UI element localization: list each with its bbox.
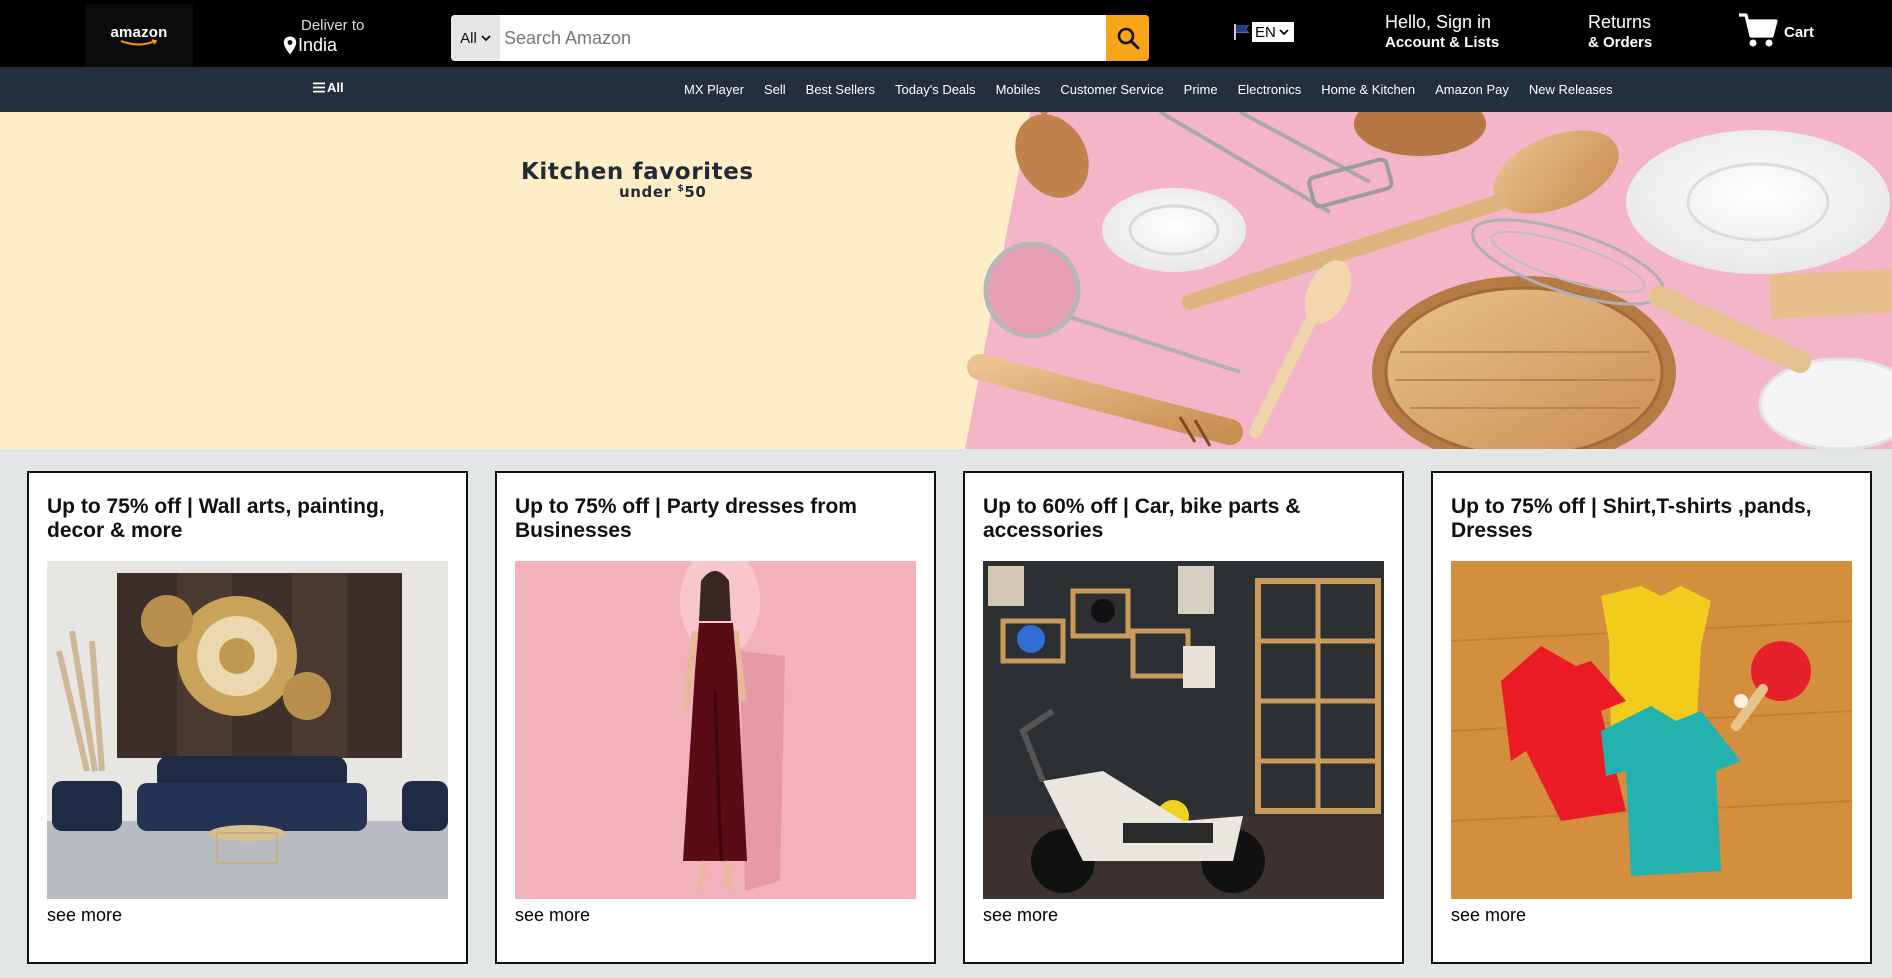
- search-input[interactable]: [500, 15, 1106, 61]
- cart-button[interactable]: Cart: [1738, 12, 1814, 48]
- deal-card-party-dresses[interactable]: Up to 75% off | Party dresses from Busin…: [495, 471, 936, 964]
- see-more-link[interactable]: see more: [983, 905, 1058, 926]
- wall-art-image: [47, 561, 448, 899]
- nav-bar: All MX Player Sell Best Sellers Today's …: [0, 67, 1892, 112]
- shopping-cart-icon: [1739, 13, 1778, 47]
- language-selector[interactable]: EN: [1234, 22, 1294, 42]
- account-lists-label: Account & Lists: [1385, 34, 1500, 51]
- card-title: Up to 75% off | Wall arts, painting, dec…: [47, 495, 385, 542]
- deliver-location: India: [298, 35, 338, 55]
- nav-link-mx-player[interactable]: MX Player: [674, 82, 754, 97]
- orders-label: & Orders: [1588, 34, 1653, 51]
- nav-link-electronics[interactable]: Electronics: [1228, 82, 1312, 97]
- nav-link-todays-deals[interactable]: Today's Deals: [885, 82, 986, 97]
- card-title: Up to 75% off | Shirt,T-shirts ,pands, D…: [1451, 495, 1812, 542]
- card-image-shirts-tshirts[interactable]: [1451, 561, 1852, 899]
- see-more-link[interactable]: see more: [515, 905, 590, 926]
- cart-label: Cart: [1784, 23, 1815, 41]
- search-bar: All: [451, 15, 1149, 61]
- chevron-down-icon: [1279, 28, 1289, 35]
- search-button[interactable]: [1106, 15, 1149, 61]
- nav-link-customer-service[interactable]: Customer Service: [1050, 82, 1173, 97]
- hamburger-icon: [313, 82, 325, 93]
- see-more-link[interactable]: see more: [1451, 905, 1526, 926]
- deal-card-wall-arts[interactable]: Up to 75% off | Wall arts, painting, dec…: [27, 471, 468, 964]
- account-and-lists[interactable]: Hello, Sign in Account & Lists: [1385, 12, 1499, 51]
- map-pin-icon: [283, 36, 297, 55]
- hero-subtitle-amount: 50: [684, 183, 707, 201]
- card-image-party-dresses[interactable]: [515, 561, 916, 899]
- returns-label: Returns: [1588, 12, 1652, 32]
- card-title: Up to 60% off | Car, bike parts & access…: [983, 495, 1301, 542]
- scooter-garage-image: [983, 561, 1384, 899]
- deal-card-shirts-tshirts[interactable]: Up to 75% off | Shirt,T-shirts ,pands, D…: [1431, 471, 1872, 964]
- amazon-logo[interactable]: amazon: [85, 4, 193, 67]
- hero-title: Kitchen favorites: [521, 159, 754, 185]
- hero-subtitle-prefix: under: [619, 183, 678, 201]
- account-greeting: Hello, Sign in: [1385, 12, 1492, 32]
- hero-banner[interactable]: Kitchen favorites under $50: [0, 112, 1892, 449]
- chevron-down-icon: [481, 34, 491, 41]
- nav-link-new-releases[interactable]: New Releases: [1519, 82, 1623, 97]
- search-category-label: All: [460, 29, 477, 47]
- language-label: EN: [1255, 23, 1276, 41]
- card-image-car-bike-parts[interactable]: [983, 561, 1384, 899]
- logo-smile-icon: [120, 39, 158, 46]
- nav-link-best-sellers[interactable]: Best Sellers: [796, 82, 885, 97]
- top-header: amazon Deliver to India All Search Amazo…: [0, 0, 1892, 67]
- search-icon: [1117, 27, 1139, 50]
- card-title: Up to 75% off | Party dresses from Busin…: [515, 495, 857, 542]
- hero-kitchen-image: [965, 112, 1892, 449]
- nav-link-prime[interactable]: Prime: [1174, 82, 1228, 97]
- returns-and-orders[interactable]: Returns & Orders: [1588, 12, 1652, 51]
- flag-icon: [1234, 24, 1249, 40]
- nav-link-amazon-pay[interactable]: Amazon Pay: [1425, 82, 1519, 97]
- nav-link-home-kitchen[interactable]: Home & Kitchen: [1311, 82, 1425, 97]
- card-image-wall-arts[interactable]: [47, 561, 448, 899]
- see-more-link[interactable]: see more: [47, 905, 122, 926]
- deal-card-car-bike-parts[interactable]: Up to 60% off | Car, bike parts & access…: [963, 471, 1404, 964]
- search-category-select[interactable]: All: [451, 15, 500, 61]
- nav-link-sell[interactable]: Sell: [754, 82, 796, 97]
- party-dress-image: [515, 561, 916, 899]
- hero-subtitle: under $50: [619, 183, 706, 201]
- nav-links: MX Player Sell Best Sellers Today's Deal…: [674, 67, 1623, 112]
- deliver-label: Deliver to: [301, 17, 365, 34]
- all-menu-button[interactable]: All: [313, 80, 344, 95]
- nav-link-mobiles[interactable]: Mobiles: [986, 82, 1051, 97]
- tshirts-image: [1451, 561, 1852, 899]
- all-menu-label: All: [327, 80, 344, 95]
